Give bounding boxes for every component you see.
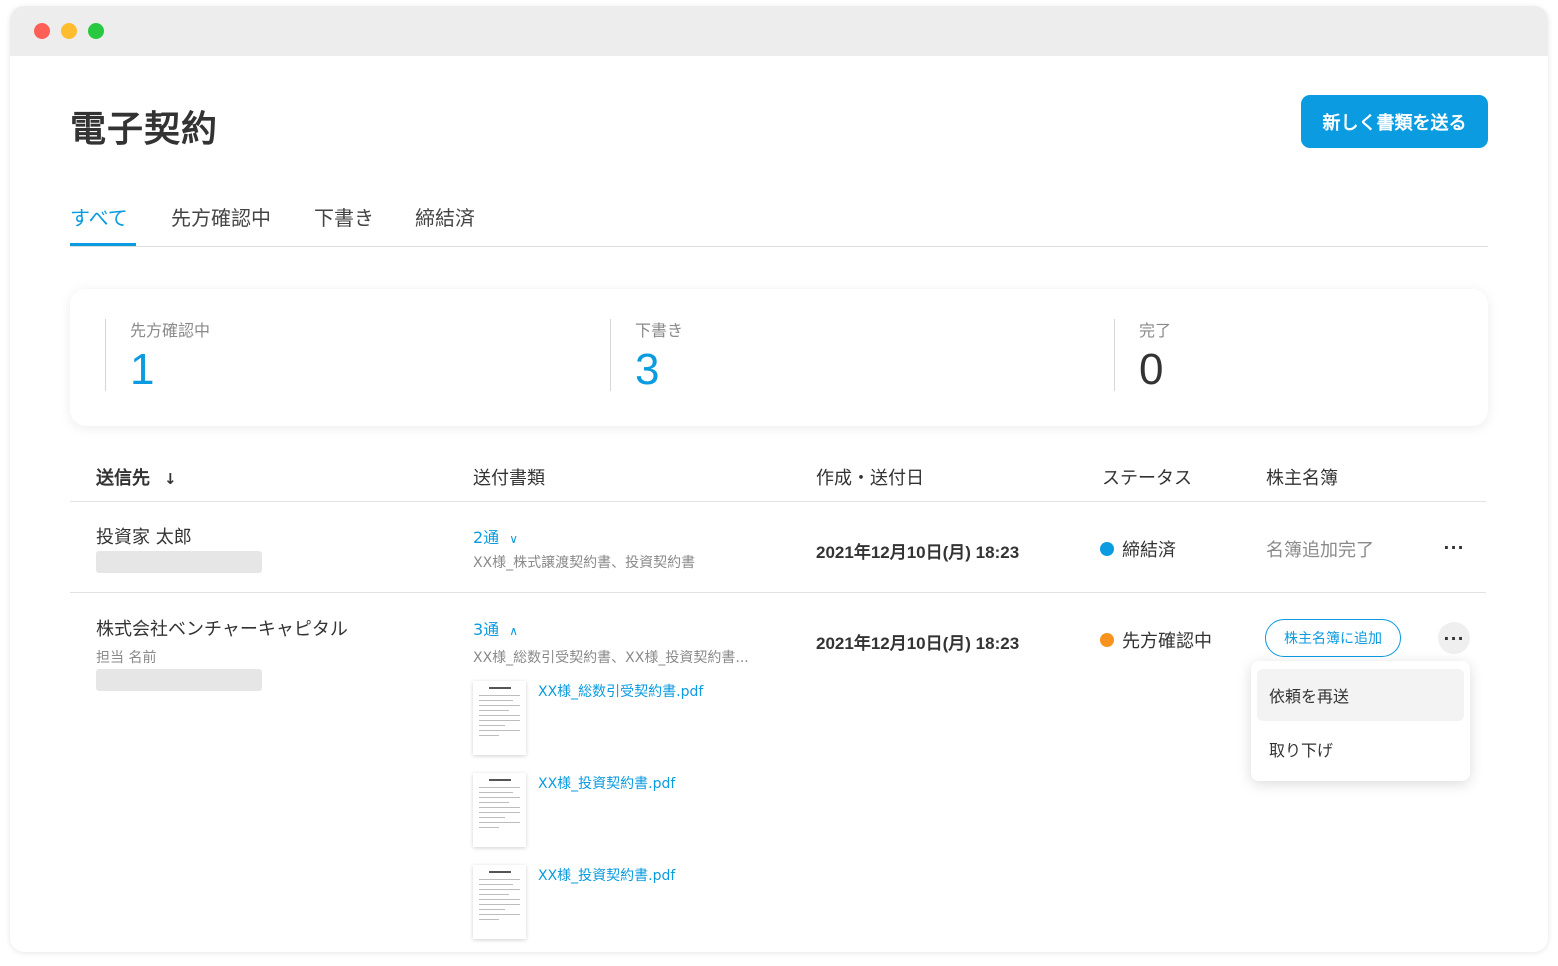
recipient-name: 株式会社ベンチャーキャピタル [96,619,348,640]
row-divider [70,501,1486,502]
active-tab-indicator [70,243,136,246]
arrow-down-icon[interactable]: ↓ [164,470,177,488]
file-name-link[interactable]: XX様_総数引受契約書.pdf [538,681,703,701]
filter-tabs: すべて 先方確認中 下書き 締結済 [70,196,1488,247]
doc-count-toggle[interactable]: 3通 ∧ [473,616,518,640]
doc-summary: XX様_総数引受契約書、XX様_投資契約書... [473,650,749,666]
add-to-registry-button[interactable]: 株主名簿に追加 [1265,619,1401,657]
file-name-link[interactable]: XX様_投資契約書.pdf [538,865,675,885]
summary-pending-label: 先方確認中 [130,321,211,340]
summary-completed-label: 完了 [1139,321,1172,340]
status-dot-icon [1100,542,1114,556]
column-header-recipient-label: 送信先 [96,468,150,489]
tab-pending[interactable]: 先方確認中 [171,202,271,231]
summary-drafts[interactable]: 下書き 3 [610,319,684,394]
more-actions-button[interactable]: ··· [1438,622,1470,654]
doc-count: 2通 [473,528,500,547]
column-header-recipient[interactable]: 送信先 ↓ [96,464,177,490]
minimize-window-icon[interactable] [61,23,77,39]
column-header-registry: 株主名簿 [1266,468,1338,489]
tab-drafts[interactable]: 下書き [314,202,374,231]
document-thumbnail [473,865,526,939]
doc-count: 3通 [473,620,500,639]
summary-pending-value: 1 [130,345,155,394]
column-header-documents: 送付書類 [473,468,545,489]
summary-pending[interactable]: 先方確認中 1 [105,319,211,394]
summary-completed[interactable]: 完了 0 [1114,319,1172,394]
doc-summary: XX様_株式譲渡契約書、投資契約書 [473,555,696,571]
app-window: 電子契約 新しく書類を送る すべて 先方確認中 下書き 締結済 先方確認中 1 … [10,6,1548,952]
close-window-icon[interactable] [34,23,50,39]
sent-date: 2021年12月10日(月) 18:23 [816,634,1020,653]
status-dot-icon [1100,633,1114,647]
menu-item-withdraw[interactable]: 取り下げ [1257,723,1464,775]
summary-card: 先方確認中 1 下書き 3 完了 0 [70,289,1488,426]
row-divider [70,592,1486,593]
recipient-contact: 担当 名前 [96,650,157,666]
recipient-placeholder [96,551,262,573]
more-actions-button[interactable]: ··· [1438,531,1470,563]
menu-item-resend[interactable]: 依頼を再送 [1257,669,1464,721]
summary-drafts-label: 下書き [635,321,684,340]
doc-count-toggle[interactable]: 2通 ∨ [473,524,518,548]
tab-concluded[interactable]: 締結済 [415,202,475,231]
status-label: 締結済 [1122,540,1176,561]
chevron-up-icon[interactable]: ∧ [509,624,518,638]
page-title: 電子契約 [70,109,219,150]
file-name-link[interactable]: XX様_投資契約書.pdf [538,773,675,793]
row-actions-menu: 依頼を再送 取り下げ [1251,661,1470,781]
status-badge: 先方確認中 [1100,627,1212,653]
recipient-name: 投資家 太郎 [96,527,192,548]
summary-completed-value: 0 [1139,345,1164,394]
tab-all[interactable]: すべて [70,202,128,231]
sent-date: 2021年12月10日(月) 18:23 [816,543,1020,562]
window-titlebar [10,6,1548,56]
maximize-window-icon[interactable] [88,23,104,39]
status-badge: 締結済 [1100,536,1176,562]
send-new-document-button[interactable]: 新しく書類を送る [1301,95,1488,148]
recipient-placeholder [96,669,262,691]
column-header-status: ステータス [1102,468,1192,489]
column-header-date: 作成・送付日 [816,468,924,489]
chevron-down-icon[interactable]: ∨ [509,532,518,546]
document-thumbnail [473,773,526,847]
status-label: 先方確認中 [1122,631,1212,652]
registry-status: 名簿追加完了 [1266,540,1374,561]
summary-drafts-value: 3 [635,345,660,394]
document-thumbnail [473,681,526,755]
